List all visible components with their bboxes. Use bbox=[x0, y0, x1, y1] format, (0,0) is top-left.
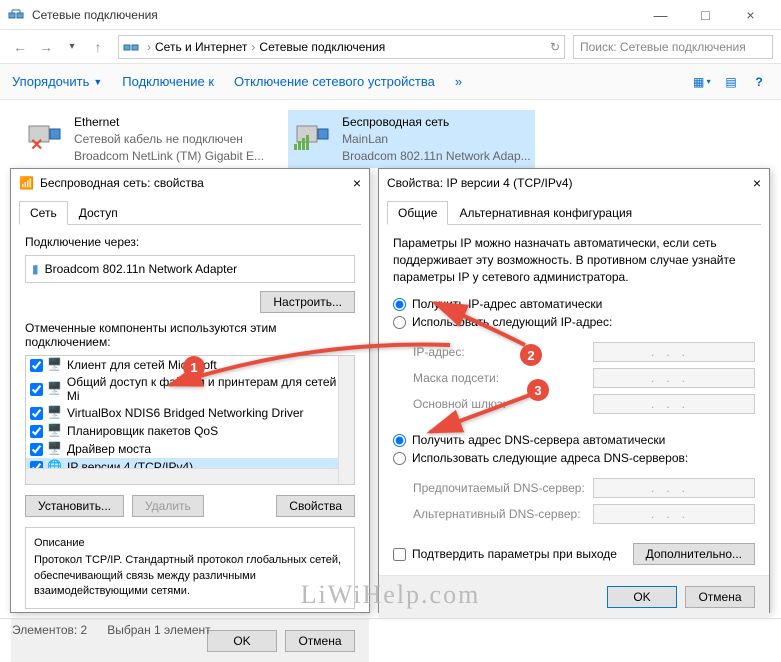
connection-name: Ethernet bbox=[74, 114, 264, 131]
tab-general[interactable]: Общие bbox=[387, 201, 448, 225]
dialog-icon: 📶 bbox=[19, 176, 34, 190]
install-button[interactable]: Установить... bbox=[25, 495, 124, 517]
nav-forward-button[interactable]: → bbox=[34, 35, 58, 59]
connection-via-label: Подключение через: bbox=[25, 235, 355, 249]
status-count: Элементов: 2 bbox=[12, 623, 87, 637]
annotation-badge-3: 3 bbox=[527, 379, 549, 401]
dialog-title: Беспроводная сеть: свойства bbox=[40, 176, 204, 190]
window-title: Сетевые подключения bbox=[32, 8, 638, 22]
remove-button: Удалить bbox=[132, 495, 204, 517]
nav-dropdown[interactable]: ▾ bbox=[60, 35, 84, 59]
window-icon bbox=[8, 7, 24, 23]
toolbar: Упорядочить ▼ Подключение к Отключение с… bbox=[0, 64, 781, 100]
connection-adapter: Broadcom 802.11n Network Adap... bbox=[342, 148, 531, 165]
dialog-title: Свойства: IP версии 4 (TCP/IPv4) bbox=[387, 176, 573, 190]
status-selected: Выбран 1 элемент bbox=[107, 623, 210, 637]
mask-input: ... bbox=[593, 368, 755, 388]
ip-input: ... bbox=[593, 342, 755, 362]
annotation-arrow bbox=[425, 295, 535, 358]
qos-icon: 🖥️ bbox=[47, 423, 63, 439]
dialog-close-button[interactable]: × bbox=[353, 175, 361, 191]
dns1-label: Предпочитаемый DNS-сервер: bbox=[413, 481, 593, 495]
radio-manual-dns[interactable]: Использовать следующие адреса DNS-сервер… bbox=[393, 449, 755, 467]
confirm-label: Подтвердить параметры при выходе bbox=[412, 547, 617, 561]
breadcrumb-icon bbox=[123, 39, 139, 55]
disable-button[interactable]: Отключение сетевого устройства bbox=[234, 74, 435, 89]
organize-button[interactable]: Упорядочить ▼ bbox=[12, 74, 102, 89]
dialog-titlebar: Свойства: IP версии 4 (TCP/IPv4) × bbox=[379, 169, 769, 197]
cancel-button[interactable]: Отмена bbox=[685, 586, 755, 608]
status-bar: Элементов: 2 Выбран 1 элемент bbox=[0, 618, 781, 640]
gateway-input: ... bbox=[593, 394, 755, 414]
dns2-input: ... bbox=[593, 504, 755, 524]
minimize-button[interactable]: — bbox=[638, 0, 683, 30]
adapter-field: ▮ Broadcom 802.11n Network Adapter bbox=[25, 255, 355, 283]
scrollbar-horizontal[interactable] bbox=[26, 468, 338, 484]
tab-alternate[interactable]: Альтернативная конфигурация bbox=[448, 201, 643, 225]
svg-text:✕: ✕ bbox=[30, 137, 43, 154]
annotation-arrow bbox=[420, 390, 540, 443]
close-button[interactable]: × bbox=[728, 0, 773, 30]
annotation-arrow bbox=[160, 330, 460, 413]
dialog-close-button[interactable]: × bbox=[753, 175, 761, 191]
connection-status: Сетевой кабель не подключен bbox=[74, 131, 264, 148]
configure-button[interactable]: Настроить... bbox=[260, 291, 355, 313]
refresh-icon[interactable]: ↻ bbox=[550, 40, 560, 54]
connection-item-ethernet[interactable]: ✕ Ethernet Сетевой кабель не подключен B… bbox=[20, 110, 268, 168]
breadcrumb-part[interactable]: Сетевые подключения bbox=[259, 40, 385, 54]
ethernet-icon: ✕ bbox=[24, 114, 64, 154]
connection-status: MainLan bbox=[342, 131, 531, 148]
bridge-icon: 🖥️ bbox=[47, 441, 63, 457]
client-icon: 🖥️ bbox=[47, 357, 63, 373]
connections-area: ✕ Ethernet Сетевой кабель не подключен B… bbox=[0, 100, 781, 178]
dialog-titlebar: 📶 Беспроводная сеть: свойства × bbox=[11, 169, 369, 197]
maximize-button[interactable]: □ bbox=[683, 0, 728, 30]
driver-icon: 🖥️ bbox=[47, 405, 63, 421]
connection-item-wireless[interactable]: Беспроводная сеть MainLan Broadcom 802.1… bbox=[288, 110, 535, 168]
wireless-icon bbox=[292, 114, 332, 154]
tab-access[interactable]: Доступ bbox=[68, 201, 129, 225]
connection-name: Беспроводная сеть bbox=[342, 114, 531, 131]
breadcrumb[interactable]: › Сеть и Интернет › Сетевые подключения … bbox=[118, 35, 565, 59]
window-titlebar: Сетевые подключения — □ × bbox=[0, 0, 781, 30]
connect-button[interactable]: Подключение к bbox=[122, 74, 214, 89]
nav-back-button[interactable]: ← bbox=[8, 35, 32, 59]
help-button[interactable]: ? bbox=[749, 72, 769, 92]
more-button[interactable]: » bbox=[455, 74, 462, 89]
adapter-icon: ▮ bbox=[32, 262, 39, 276]
nav-up-button[interactable]: ↑ bbox=[86, 35, 110, 59]
info-text: Параметры IP можно назначать автоматичес… bbox=[393, 235, 755, 285]
nav-bar: ← → ▾ ↑ › Сеть и Интернет › Сетевые подк… bbox=[0, 30, 781, 64]
tab-network[interactable]: Сеть bbox=[19, 201, 68, 225]
advanced-button[interactable]: Дополнительно... bbox=[633, 543, 755, 565]
component-item: 🖥️Драйвер моста bbox=[26, 440, 354, 458]
component-item: 🖥️Планировщик пакетов QoS bbox=[26, 422, 354, 440]
breadcrumb-part[interactable]: Сеть и Интернет bbox=[155, 40, 247, 54]
search-input[interactable]: Поиск: Сетевые подключения bbox=[573, 35, 773, 59]
share-icon: 🖥️ bbox=[47, 381, 63, 397]
watermark: LiWiHelp.com bbox=[301, 580, 481, 610]
description-title: Описание bbox=[34, 536, 346, 551]
properties-button[interactable]: Свойства bbox=[276, 495, 355, 517]
view-icon-button[interactable]: ▦▾ bbox=[693, 72, 713, 92]
description-text: Протокол TCP/IP. Стандартный протокол гл… bbox=[34, 553, 346, 599]
dns1-input: ... bbox=[593, 478, 755, 498]
preview-pane-button[interactable]: ▤ bbox=[721, 72, 741, 92]
annotation-badge-2: 2 bbox=[520, 344, 542, 366]
annotation-badge-1: 1 bbox=[183, 356, 205, 378]
confirm-checkbox[interactable] bbox=[393, 548, 406, 561]
dns2-label: Альтернативный DNS-сервер: bbox=[413, 507, 593, 521]
ok-button[interactable]: OK bbox=[607, 586, 677, 608]
connection-adapter: Broadcom NetLink (TM) Gigabit E... bbox=[74, 148, 264, 165]
